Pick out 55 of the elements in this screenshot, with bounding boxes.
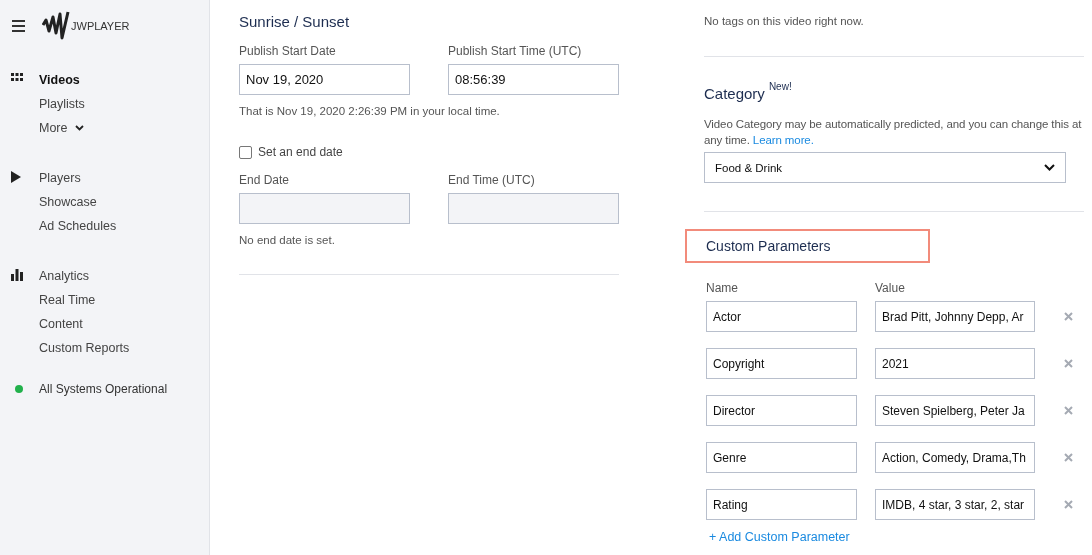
play-icon — [11, 171, 21, 183]
section-title: Custom Parameters — [706, 238, 831, 254]
parameter-value-field[interactable]: Action, Comedy, Drama,Th — [875, 442, 1035, 473]
sidebar-item[interactable]: Players — [39, 166, 117, 190]
sidebar-item[interactable]: Real Time — [39, 288, 130, 312]
category-description: Video Category may be automatically predicted, and you can change this at any time. Learn more. — [704, 117, 1083, 148]
status-text: All Systems Operational — [39, 382, 168, 396]
sidebar-item[interactable]: Showcase — [39, 190, 117, 214]
field-label: Publish Start Date — [239, 44, 337, 58]
column-header: Value — [875, 281, 906, 295]
bar-chart-icon — [11, 269, 23, 281]
sidebar-item[interactable]: Playlists — [39, 92, 85, 116]
column-header: Name — [706, 281, 739, 295]
local-time-note: That is Nov 19, 2020 2:26:39 PM in your local time. — [239, 105, 501, 117]
end-date-note: No end date is set. — [239, 234, 336, 246]
field-label: End Time (UTC) — [448, 173, 536, 187]
parameter-name-field[interactable]: Genre — [706, 442, 857, 473]
parameter-value-field[interactable]: Brad Pitt, Johnny Depp, Ar — [875, 301, 1035, 332]
menu-icon[interactable] — [12, 20, 25, 32]
remove-icon[interactable] — [1063, 359, 1073, 368]
sidebar-item[interactable]: Custom Reports — [39, 336, 130, 360]
field-label: End Date — [239, 173, 291, 187]
parameter-name-field[interactable]: Director — [706, 395, 857, 426]
parameter-value-field[interactable]: IMDB, 4 star, 3 star, 2, star — [875, 489, 1035, 520]
remove-icon[interactable] — [1063, 312, 1073, 321]
checkbox[interactable] — [239, 145, 252, 159]
sidebar-item[interactable]: More — [39, 116, 85, 140]
parameter-name-field[interactable]: Rating — [706, 489, 857, 520]
parameter-name-field[interactable]: Copyright — [706, 348, 857, 379]
tags-message: No tags on this video right now. — [704, 15, 865, 27]
sidebar-item[interactable]: Ad Schedules — [39, 214, 117, 238]
chevron-down-icon — [1044, 164, 1055, 171]
parameter-name-field[interactable]: Actor — [706, 301, 857, 332]
checkbox-label: Set an end date — [258, 145, 343, 159]
wave-logo-icon — [42, 11, 70, 41]
remove-icon[interactable] — [1063, 500, 1073, 509]
section-title: Sunrise / Sunset — [239, 13, 351, 30]
input-field[interactable]: 08:56:39 — [448, 64, 619, 95]
grid-icon — [11, 73, 23, 81]
section-title: Category — [704, 85, 765, 102]
remove-icon[interactable] — [1063, 453, 1073, 462]
sidebar-item[interactable]: Analytics — [39, 264, 130, 288]
remove-icon[interactable] — [1063, 406, 1073, 415]
sidebar-item[interactable]: Videos — [39, 68, 85, 92]
parameter-value-field[interactable]: Steven Spielberg, Peter Ja — [875, 395, 1035, 426]
parameter-value-field[interactable]: 2021 — [875, 348, 1035, 379]
chevron-down-icon — [75, 125, 85, 131]
field-label: Publish Start Time (UTC) — [448, 44, 583, 58]
category-select[interactable]: Food & Drink — [704, 152, 1066, 183]
new-label: New! — [768, 81, 792, 92]
sidebar-item[interactable]: Content — [39, 312, 130, 336]
input-field[interactable]: Nov 19, 2020 — [239, 64, 410, 95]
logo-text: JWPLAYER — [71, 20, 130, 32]
learn-more-link[interactable]: Learn more. — [752, 134, 814, 146]
add-parameter-link[interactable]: + Add Custom Parameter — [709, 530, 1084, 544]
